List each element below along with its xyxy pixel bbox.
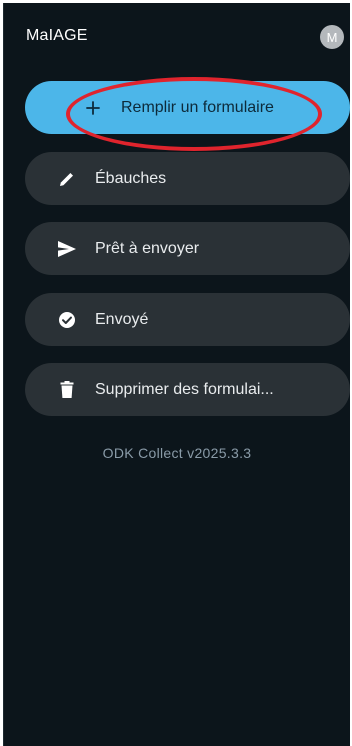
drafts-label: Ébauches bbox=[95, 169, 167, 187]
sent-label: Envoyé bbox=[95, 310, 149, 328]
check-circle-icon bbox=[57, 310, 77, 330]
plus-icon bbox=[83, 98, 103, 118]
delete-forms-button[interactable]: Supprimer des formulai... bbox=[25, 363, 350, 416]
ready-to-send-label: Prêt à envoyer bbox=[95, 239, 200, 257]
pencil-icon bbox=[57, 169, 77, 189]
fill-form-button[interactable]: Remplir un formulaire bbox=[25, 81, 350, 134]
app-title: MaIAGE bbox=[26, 27, 88, 44]
app-bar: MaIAGE M bbox=[4, 3, 350, 65]
app-screen: MaIAGE M Remplir un formulaire Ébauches … bbox=[3, 3, 350, 746]
delete-forms-label: Supprimer des formulai... bbox=[95, 380, 274, 398]
trash-icon bbox=[57, 380, 77, 400]
send-icon bbox=[57, 239, 77, 259]
drafts-button[interactable]: Ébauches bbox=[25, 152, 350, 205]
version-text: ODK Collect v2025.3.3 bbox=[102, 445, 252, 461]
avatar[interactable]: M bbox=[320, 25, 344, 49]
sent-button[interactable]: Envoyé bbox=[25, 293, 350, 346]
ready-to-send-button[interactable]: Prêt à envoyer bbox=[25, 222, 350, 275]
fill-form-label: Remplir un formulaire bbox=[121, 98, 274, 116]
